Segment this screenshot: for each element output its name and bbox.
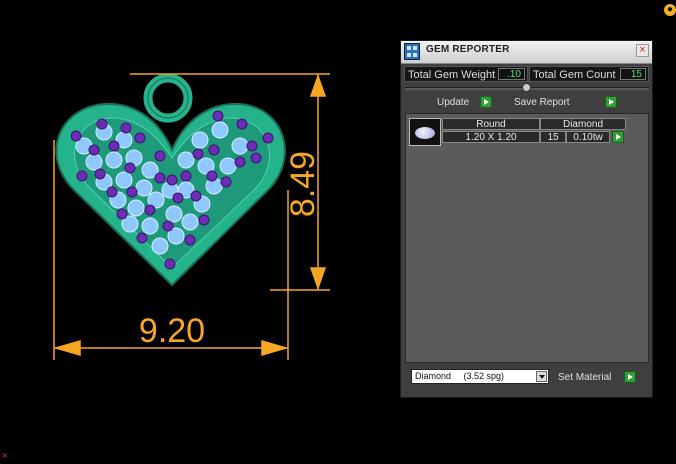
small-gem-stone [220, 176, 232, 188]
shape-header: Round [442, 118, 540, 130]
small-gem-stone [96, 118, 108, 130]
total-gem-weight-value: .10 [498, 68, 525, 80]
small-gem-stone [116, 208, 128, 220]
small-gem-stone [106, 186, 118, 198]
dimension-height-label: 8.49 [284, 151, 322, 217]
material-select-value: Diamond (3.52 spg) [415, 371, 505, 381]
large-gem-stone [135, 179, 153, 197]
large-gem-stone [165, 205, 183, 223]
small-gem-stone [206, 170, 218, 182]
small-gem-stone [126, 186, 138, 198]
small-gem-stone [212, 110, 224, 122]
small-gem-stone [164, 258, 176, 270]
small-gem-stone [94, 168, 106, 180]
material-header: Diamond [540, 118, 626, 130]
weight-slider-handle[interactable] [522, 83, 531, 92]
small-gem-stone [234, 156, 246, 168]
chevron-down-icon[interactable] [536, 371, 547, 382]
update-button[interactable]: Update [437, 96, 497, 110]
round-gem-icon [409, 118, 441, 146]
large-gem-stone [85, 153, 103, 171]
large-gem-stone [211, 121, 229, 139]
save-report-button[interactable]: Save Report [514, 96, 620, 110]
gem-reporter-app-icon [404, 43, 420, 60]
small-gem-stone [136, 232, 148, 244]
gem-row-expand-icon[interactable] [612, 131, 624, 143]
small-gem-stone [236, 118, 248, 130]
small-gem-stone [262, 132, 274, 144]
large-gem-stone [151, 237, 169, 255]
small-gem-stone [172, 192, 184, 204]
small-gem-stone [166, 174, 178, 186]
small-gem-stone [88, 144, 100, 156]
gem-list[interactable]: Round Diamond 1.20 X 1.20 15 0.10tw [405, 113, 649, 363]
dimension-width-label: 9.20 [139, 312, 205, 350]
small-gem-stone [76, 170, 88, 182]
play-icon [624, 371, 636, 383]
small-gem-stone [246, 140, 258, 152]
panel-title: GEM REPORTER [426, 44, 510, 55]
material-select[interactable]: Diamond (3.52 spg) [411, 369, 549, 384]
gem-size-cell: 1.20 X 1.20 [442, 131, 540, 143]
large-gem-stone [115, 171, 133, 189]
large-gem-stone [231, 137, 249, 155]
small-gem-stone [120, 122, 132, 134]
update-button-label: Update [437, 97, 470, 108]
set-material-button[interactable]: Set Material [558, 371, 638, 385]
small-gem-stone [208, 144, 220, 156]
close-icon[interactable]: × [636, 44, 649, 57]
large-gem-stone [181, 213, 199, 231]
large-gem-stone [127, 199, 145, 217]
small-gem-stone [190, 190, 202, 202]
small-gem-stone [70, 130, 82, 142]
small-gem-stone [154, 150, 166, 162]
play-icon [605, 96, 617, 108]
small-gem-stone [144, 204, 156, 216]
small-gem-stone [134, 132, 146, 144]
large-gem-stone [105, 151, 123, 169]
gem-weight-cell: 0.10tw [566, 131, 610, 143]
small-gem-stone [154, 172, 166, 184]
small-gem-stone [184, 234, 196, 246]
gem-reporter-panel: GEM REPORTER × Total Gem Weight .10 Tota… [400, 40, 653, 398]
small-gem-stone [250, 152, 262, 164]
play-icon [480, 96, 492, 108]
total-gem-count-value: 15 [620, 68, 646, 80]
small-gem-stone [162, 220, 174, 232]
help-icon[interactable]: ● [664, 4, 676, 16]
small-gem-stone [108, 140, 120, 152]
axis-x-icon: × [2, 451, 8, 462]
small-gem-stone [198, 214, 210, 226]
large-gem-stone [141, 217, 159, 235]
gem-count-cell: 15 [540, 131, 566, 143]
large-gem-stone [219, 157, 237, 175]
large-gem-stone [191, 131, 209, 149]
small-gem-stone [192, 148, 204, 160]
small-gem-stone [124, 162, 136, 174]
set-material-button-label: Set Material [558, 372, 612, 383]
panel-titlebar[interactable]: GEM REPORTER × [401, 41, 652, 64]
small-gem-stone [180, 170, 192, 182]
large-gem-stone [177, 151, 195, 169]
save-report-button-label: Save Report [514, 97, 570, 108]
